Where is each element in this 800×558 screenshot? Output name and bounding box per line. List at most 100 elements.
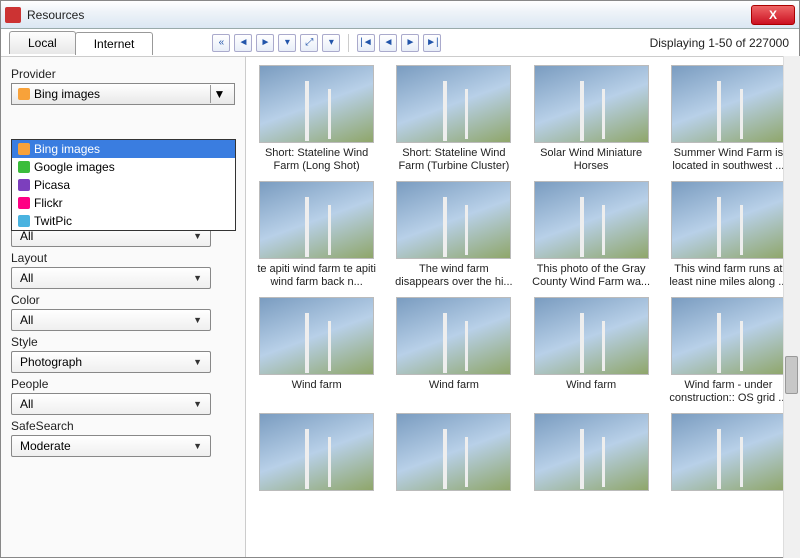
result-card[interactable]: This photo of the Gray County Wind Farm … [525,181,658,291]
color-value: All [20,313,33,327]
result-card[interactable]: Summer Wind Farm is located in southwest… [662,65,795,175]
style-value: Photograph [20,355,82,369]
result-thumbnail[interactable] [534,181,649,259]
result-thumbnail[interactable] [671,297,786,375]
result-thumbnail[interactable] [259,65,374,143]
result-thumbnail[interactable] [671,181,786,259]
result-caption: te apiti wind farm te apiti wind farm ba… [256,263,378,291]
tab-internet[interactable]: Internet [75,32,154,55]
result-thumbnail[interactable] [396,181,511,259]
flickr-icon [18,197,30,209]
result-thumbnail[interactable] [534,413,649,491]
back-icon[interactable]: ◄ [234,34,252,52]
provider-option-flickr[interactable]: Flickr [12,194,235,212]
provider-select[interactable]: Bing images ▼ [11,83,235,105]
safesearch-select[interactable]: Moderate ▼ [11,435,211,457]
scroll-thumb[interactable] [785,356,798,394]
result-card[interactable]: Wind farm - under construction:: OS grid… [662,297,795,407]
google-icon [18,161,30,173]
result-thumbnail[interactable] [259,413,374,491]
chevron-down-icon: ▼ [210,85,228,103]
provider-selected-text: Bing images [34,87,100,101]
result-thumbnail[interactable] [396,413,511,491]
color-select[interactable]: All ▼ [11,309,211,331]
style-select[interactable]: Photograph ▼ [11,351,211,373]
result-card[interactable]: Wind farm [250,297,383,407]
provider-option-label: TwitPic [34,214,72,228]
dropdown-icon[interactable]: ▾ [322,34,340,52]
provider-option-label: Picasa [34,178,70,192]
chevron-down-icon: ▼ [193,273,202,283]
result-caption: This wind farm runs at least nine miles … [667,263,789,291]
results-panel: Short: Stateline Wind Farm (Long Shot) Sh… [246,57,799,557]
tabs: Local Internet [9,31,152,54]
result-caption [530,495,652,523]
result-thumbnail[interactable] [259,297,374,375]
twitpic-icon [18,215,30,227]
chevron-down-icon: ▼ [193,441,202,451]
prev-icon[interactable]: ◄ [379,34,397,52]
chevron-down-icon: ▼ [193,315,202,325]
tab-local[interactable]: Local [9,31,76,54]
layout-value: All [20,271,33,285]
result-caption: Summer Wind Farm is located in southwest… [667,147,789,175]
result-caption: Short: Stateline Wind Farm (Long Shot) [256,147,378,175]
result-caption [393,495,515,523]
bing-icon [18,88,30,100]
result-thumbnail[interactable] [534,297,649,375]
separator [348,34,349,52]
safesearch-value: Moderate [20,439,71,453]
result-caption [256,495,378,523]
result-card[interactable]: Wind farm [387,297,520,407]
titlebar: Resources X [1,1,799,29]
chevron-down-icon: ▼ [193,231,202,241]
result-caption: Wind farm [393,379,515,407]
result-caption: This photo of the Gray County Wind Farm … [530,263,652,291]
expand-icon[interactable]: ⤢ [300,34,318,52]
result-card[interactable] [250,413,383,523]
result-caption: Wind farm [256,379,378,407]
result-thumbnail[interactable] [396,297,511,375]
layout-select[interactable]: All ▼ [11,267,211,289]
result-thumbnail[interactable] [671,65,786,143]
result-card[interactable]: The wind farm disappears over the hi... [387,181,520,291]
result-card[interactable]: Short: Stateline Wind Farm (Turbine Clus… [387,65,520,175]
result-thumbnail[interactable] [259,181,374,259]
result-card[interactable] [662,413,795,523]
result-caption: Wind farm - under construction:: OS grid… [667,379,789,407]
sidebar: Provider Bing images ▼ Bing images Googl… [1,57,246,557]
goto-last-icon[interactable]: ►| [423,34,441,52]
result-card[interactable]: Solar Wind Miniature Horses [525,65,658,175]
result-card[interactable]: te apiti wind farm te apiti wind farm ba… [250,181,383,291]
provider-option-picasa[interactable]: Picasa [12,176,235,194]
result-thumbnail[interactable] [396,65,511,143]
forward-icon[interactable]: ► [256,34,274,52]
next-icon[interactable]: ► [401,34,419,52]
result-card[interactable] [387,413,520,523]
provider-option-bing[interactable]: Bing images [12,140,235,158]
goto-first-icon[interactable]: |◄ [357,34,375,52]
people-label: People [11,377,235,391]
result-thumbnail[interactable] [671,413,786,491]
chevron-down-icon: ▼ [193,357,202,367]
provider-option-twitpic[interactable]: TwitPic [12,212,235,230]
provider-option-label: Bing images [34,142,100,156]
provider-option-label: Google images [34,160,115,174]
result-card[interactable]: Wind farm [525,297,658,407]
forward-menu-icon[interactable]: ▾ [278,34,296,52]
result-caption [667,495,789,523]
vertical-scrollbar[interactable] [783,56,800,558]
result-thumbnail[interactable] [534,65,649,143]
style-label: Style [11,335,235,349]
bing-icon [18,143,30,155]
result-card[interactable]: This wind farm runs at least nine miles … [662,181,795,291]
color-label: Color [11,293,235,307]
first-page-icon[interactable]: « [212,34,230,52]
result-card[interactable] [525,413,658,523]
result-caption: Wind farm [530,379,652,407]
provider-option-google[interactable]: Google images [12,158,235,176]
people-select[interactable]: All▼ [11,393,211,415]
close-button[interactable]: X [751,5,795,25]
status-count: Displaying 1-50 of 227000 [650,36,789,50]
result-card[interactable]: Short: Stateline Wind Farm (Long Shot) [250,65,383,175]
